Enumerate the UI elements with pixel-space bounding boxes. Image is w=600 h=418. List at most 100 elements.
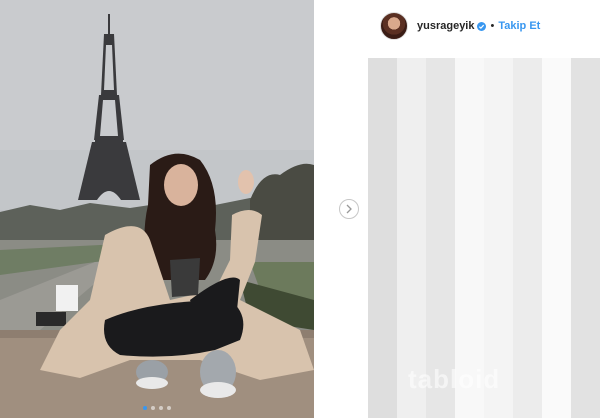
follow-button[interactable]: Takip Et <box>498 20 540 32</box>
mosaic-cell <box>571 298 600 328</box>
mosaic-cell <box>426 238 455 268</box>
mosaic-cell <box>542 388 571 418</box>
carousel-next-button[interactable] <box>339 199 359 219</box>
mosaic-cell <box>368 388 397 418</box>
mosaic-cell <box>513 298 542 328</box>
mosaic-cell <box>368 178 397 208</box>
post-photo[interactable] <box>0 0 314 418</box>
mosaic-cell <box>484 88 513 118</box>
mosaic-cell <box>397 148 426 178</box>
mosaic-cell <box>368 238 397 268</box>
mosaic-cell <box>513 58 542 88</box>
avatar[interactable] <box>380 12 408 40</box>
mosaic-cell <box>513 208 542 238</box>
mosaic-cell <box>571 178 600 208</box>
mosaic-cell <box>571 148 600 178</box>
instagram-post: yusrageyik • Takip Et tabloid <box>0 0 600 418</box>
mosaic-cell <box>513 388 542 418</box>
mosaic-cell <box>542 328 571 358</box>
mosaic-cell <box>397 328 426 358</box>
mosaic-cell <box>397 118 426 148</box>
watermark-text: tabloid <box>408 364 501 394</box>
mosaic-cell <box>455 118 484 148</box>
mosaic-cell <box>426 328 455 358</box>
mosaic-cell <box>513 148 542 178</box>
mosaic-cell <box>542 88 571 118</box>
verified-badge-icon <box>477 21 487 31</box>
mosaic-cell <box>455 208 484 238</box>
mosaic-cell <box>368 208 397 238</box>
mosaic-cell <box>397 298 426 328</box>
mosaic-cell <box>484 328 513 358</box>
mosaic-cell <box>513 178 542 208</box>
mosaic-cell <box>571 208 600 238</box>
mosaic-cell <box>542 208 571 238</box>
mosaic-cell <box>426 58 455 88</box>
mosaic-cell <box>571 88 600 118</box>
carousel-dots <box>0 406 314 410</box>
chevron-right-icon <box>346 204 352 214</box>
mosaic-cell <box>397 268 426 298</box>
mosaic-cell <box>542 178 571 208</box>
mosaic-cell <box>484 268 513 298</box>
mosaic-cell <box>484 118 513 148</box>
mosaic-cell <box>571 58 600 88</box>
mosaic-cell <box>513 238 542 268</box>
carousel-dot[interactable] <box>143 406 147 410</box>
username-link[interactable]: yusrageyik <box>417 20 474 32</box>
mosaic-cell <box>542 58 571 88</box>
mosaic-cell <box>426 298 455 328</box>
mosaic-cell <box>455 328 484 358</box>
mosaic-cell <box>542 268 571 298</box>
mosaic-cell <box>455 238 484 268</box>
mosaic-cell <box>571 268 600 298</box>
mosaic-cell <box>484 238 513 268</box>
mosaic-cell <box>368 118 397 148</box>
mosaic-cell <box>571 118 600 148</box>
mosaic-cell <box>397 238 426 268</box>
mosaic-cell <box>484 178 513 208</box>
mosaic-cell <box>397 58 426 88</box>
mosaic-cell <box>542 118 571 148</box>
mosaic-cell <box>368 328 397 358</box>
mosaic-cell <box>397 88 426 118</box>
mosaic-cell <box>455 178 484 208</box>
mosaic-cell <box>368 148 397 178</box>
mosaic-cell <box>484 148 513 178</box>
mosaic-cell <box>542 238 571 268</box>
carousel-dot[interactable] <box>159 406 163 410</box>
mosaic-cell <box>455 88 484 118</box>
mosaic-cell <box>571 358 600 388</box>
mosaic-cell <box>513 268 542 298</box>
mosaic-cell <box>484 298 513 328</box>
mosaic-cell <box>368 298 397 328</box>
mosaic-cell <box>455 148 484 178</box>
mosaic-cell <box>397 178 426 208</box>
mosaic-cell <box>513 118 542 148</box>
mosaic-cell <box>513 358 542 388</box>
mosaic-cell <box>455 58 484 88</box>
photo-illustration <box>0 0 314 418</box>
mosaic-cell <box>542 298 571 328</box>
carousel-dot[interactable] <box>151 406 155 410</box>
header-separator: • <box>490 20 495 32</box>
mosaic-cell <box>426 148 455 178</box>
mosaic-cell <box>368 88 397 118</box>
mosaic-cell <box>571 238 600 268</box>
mosaic-cell <box>368 358 397 388</box>
mosaic-cell <box>455 268 484 298</box>
mosaic-cell <box>571 388 600 418</box>
mosaic-cell <box>513 328 542 358</box>
mosaic-cell <box>426 208 455 238</box>
carousel-dot[interactable] <box>167 406 171 410</box>
mosaic-cell <box>426 178 455 208</box>
mosaic-cell <box>513 88 542 118</box>
mosaic-cell <box>368 268 397 298</box>
mosaic-cell <box>426 88 455 118</box>
mosaic-cell <box>455 298 484 328</box>
mosaic-cell <box>542 358 571 388</box>
mosaic-cell <box>571 328 600 358</box>
mosaic-cell <box>397 208 426 238</box>
mosaic-cell <box>368 58 397 88</box>
post-header: yusrageyik • Takip Et <box>380 11 540 41</box>
